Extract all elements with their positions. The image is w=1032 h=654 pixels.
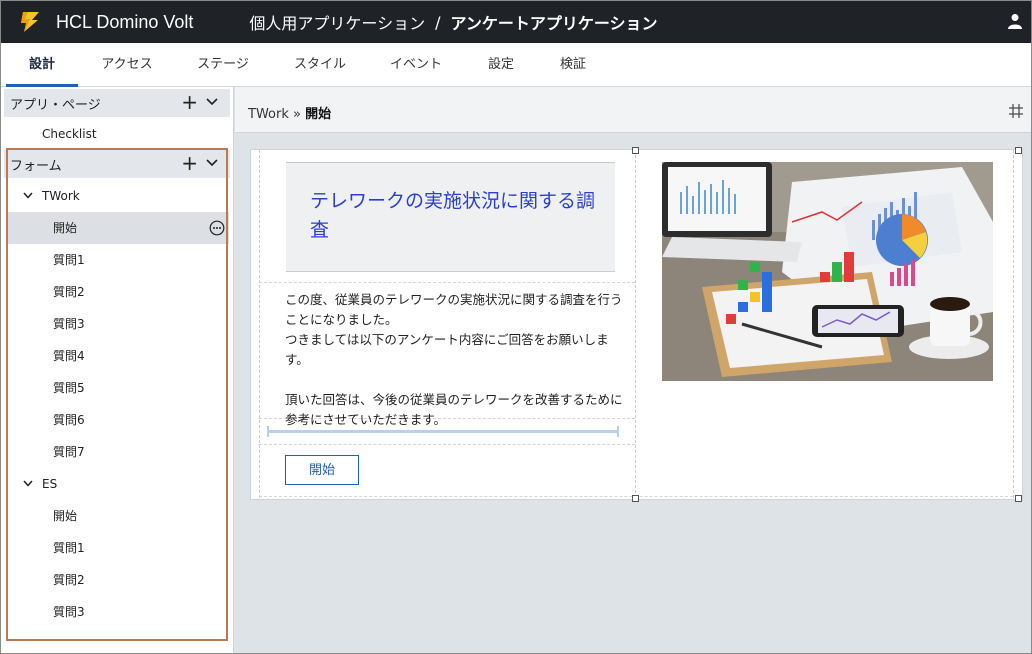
sidebar-item-twork-q1[interactable]: 質問1 [7,244,229,276]
sidebar-item-es-start[interactable]: 開始 [7,500,229,532]
sidebar-item-twork-q7[interactable]: 質問7 [7,436,229,468]
sidebar-item-es-q2[interactable]: 質問2 [7,564,229,596]
forms-header[interactable]: フォーム + [4,150,230,178]
tab-style[interactable]: スタイル [284,43,356,87]
chevron-down-icon[interactable] [206,98,218,106]
form-title: テレワークの実施状況に関する調査 [310,190,596,241]
add-form-plus-icon[interactable]: + [181,153,198,173]
breadcrumb-separator: / [435,12,441,32]
app-pages-title: アプリ・ページ [10,97,101,113]
form-canvas[interactable]: テレワークの実施状況に関する調査 この度、従業員のテレワークの実施状況に関する調… [250,147,1023,502]
form-page-label: 開始 [53,221,78,235]
breadcrumb-page: 開始 [305,107,332,122]
tab-event[interactable]: イベント [380,43,452,87]
start-button[interactable]: 開始 [285,455,359,485]
resize-handle[interactable] [1015,495,1022,502]
tab-validation[interactable]: 検証 [550,43,596,87]
tab-stage[interactable]: ステージ [187,43,259,87]
form-title-box[interactable]: テレワークの実施状況に関する調査 [286,162,615,272]
form-group-es[interactable]: ES [7,468,229,500]
top-bar: HCL Domino Volt 個人用アプリケーション / アンケートアプリケー… [1,1,1031,43]
telework-desk-image [662,162,993,381]
tab-settings[interactable]: 設定 [478,43,524,87]
sidebar: アプリ・ページ + Checklist フォーム + TWork 開始 質問1 … [1,87,234,653]
sidebar-item-es-q3[interactable]: 質問3 [7,596,229,628]
sidebar-item-twork-q2[interactable]: 質問2 [7,276,229,308]
chevron-down-icon[interactable] [206,159,218,167]
column-guide [1013,150,1014,498]
form-description[interactable]: この度、従業員のテレワークの実施状況に関する調査を行うことになりました。 つきま… [285,290,625,430]
breadcrumb-current-app: アンケートアプリケーション [450,14,658,33]
row-guide [259,282,635,283]
more-options-icon[interactable] [209,220,225,236]
resize-handle[interactable] [632,147,639,154]
breadcrumb-form[interactable]: TWork [248,107,289,122]
form-group-twork[interactable]: TWork [7,180,229,212]
page-breadcrumb: TWork » 開始 [248,103,331,122]
sidebar-item-twork-q3[interactable]: 質問3 [7,308,229,340]
breadcrumb-separator: » [293,107,301,122]
resize-handle[interactable] [1015,147,1022,154]
tab-bar: 設計 アクセス ステージ スタイル イベント 設定 検証 [1,43,1031,87]
sidebar-item-es-q1[interactable]: 質問1 [7,532,229,564]
tab-access[interactable]: アクセス [89,43,165,87]
volt-logo-icon [21,12,39,32]
page-header: TWork » 開始 [235,87,1031,133]
sidebar-item-twork-q4[interactable]: 質問4 [7,340,229,372]
resize-handle[interactable] [632,495,639,502]
forms-title: フォーム [10,158,62,174]
progress-bar [267,426,619,437]
app-pages-header[interactable]: アプリ・ページ + [4,89,230,117]
sidebar-item-checklist[interactable]: Checklist [7,118,229,150]
row-guide [259,444,635,445]
sidebar-item-twork-start[interactable]: 開始 [7,212,229,244]
chevron-down-icon[interactable] [23,480,33,487]
chevron-down-icon[interactable] [23,192,33,199]
sidebar-item-twork-q6[interactable]: 質問6 [7,404,229,436]
form-group-label: TWork [42,189,80,203]
breadcrumb-app[interactable]: 個人用アプリケーション [249,10,425,34]
form-group-label: ES [42,477,58,491]
add-app-page-plus-icon[interactable]: + [181,92,198,112]
tab-design[interactable]: 設計 [6,43,78,87]
user-icon[interactable] [1007,13,1023,29]
grid-icon[interactable] [1009,104,1023,118]
column-guide [635,150,636,498]
column-guide [259,150,260,498]
app-name: HCL Domino Volt [56,11,194,32]
sidebar-item-twork-q5[interactable]: 質問5 [7,372,229,404]
